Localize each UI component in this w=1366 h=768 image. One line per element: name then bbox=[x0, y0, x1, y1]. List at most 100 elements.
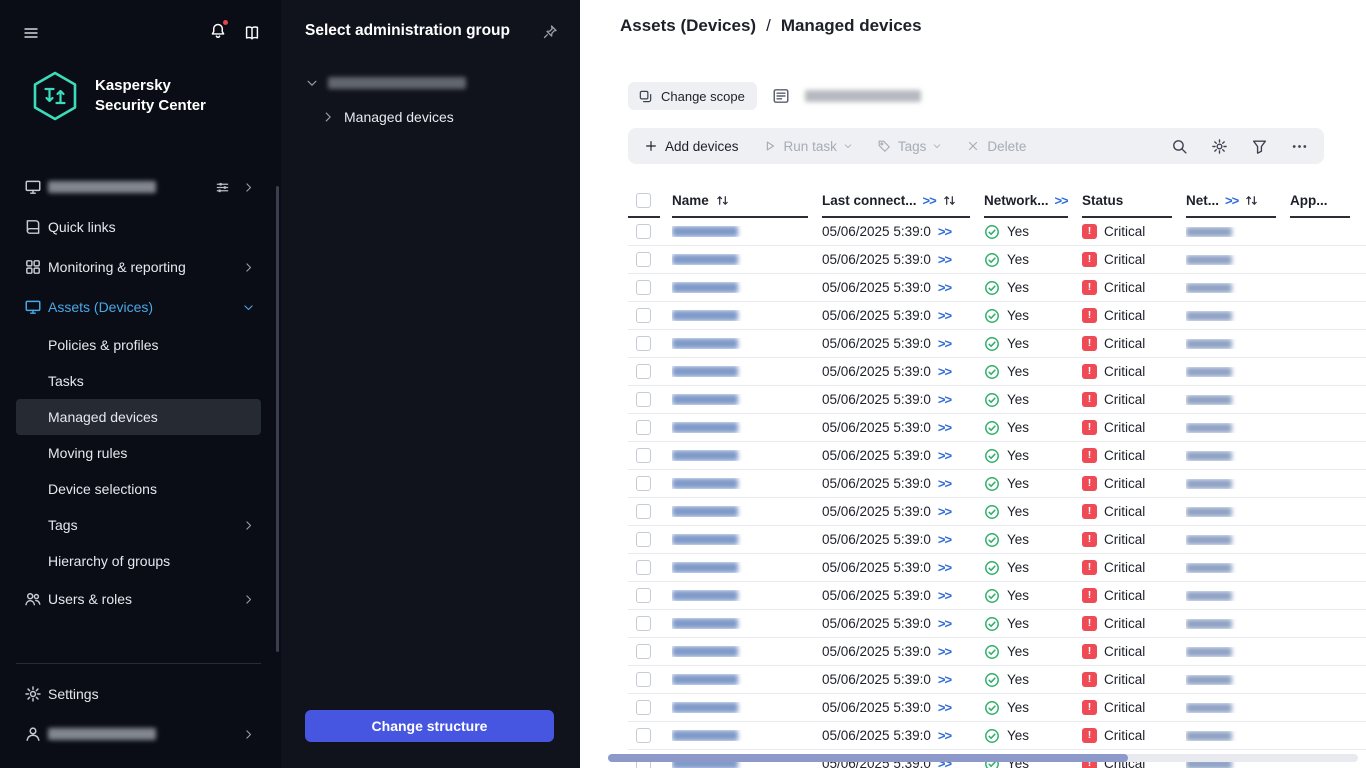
expand-cell-link[interactable]: >> bbox=[938, 392, 951, 407]
device-name-redacted[interactable] bbox=[672, 338, 738, 349]
more-options-icon[interactable] bbox=[1291, 138, 1308, 155]
device-name-redacted[interactable] bbox=[672, 310, 738, 321]
device-name-redacted[interactable] bbox=[672, 702, 738, 713]
expand-cell-link[interactable]: >> bbox=[938, 252, 951, 267]
select-all-checkbox[interactable] bbox=[636, 193, 651, 208]
sidebar-item-users-roles[interactable]: Users & roles bbox=[16, 579, 261, 619]
device-name-redacted[interactable] bbox=[672, 478, 738, 489]
col-header-app[interactable]: App... bbox=[1290, 193, 1328, 208]
expand-cell-link[interactable]: >> bbox=[938, 224, 951, 239]
change-scope-button[interactable]: Change scope bbox=[628, 82, 757, 110]
expand-cell-link[interactable]: >> bbox=[938, 280, 951, 295]
expand-cell-link[interactable]: >> bbox=[938, 336, 951, 351]
sort-icon[interactable] bbox=[715, 193, 730, 208]
sidebar-item-moving-rules[interactable]: Moving rules bbox=[16, 435, 261, 471]
device-name-redacted[interactable] bbox=[672, 730, 738, 741]
expand-cell-link[interactable]: >> bbox=[938, 532, 951, 547]
tags-button[interactable]: Tags bbox=[865, 128, 955, 164]
row-checkbox[interactable] bbox=[636, 364, 651, 379]
row-checkbox[interactable] bbox=[636, 448, 651, 463]
expand-cell-link[interactable]: >> bbox=[938, 728, 951, 743]
sidebar-item-assets-devices[interactable]: Assets (Devices) bbox=[16, 287, 261, 327]
device-name-redacted[interactable] bbox=[672, 646, 738, 657]
add-devices-button[interactable]: Add devices bbox=[632, 128, 751, 164]
expand-column-link[interactable]: >> bbox=[923, 193, 936, 208]
sort-icon[interactable] bbox=[942, 193, 957, 208]
documentation-icon[interactable] bbox=[243, 24, 261, 42]
tree-node-server[interactable] bbox=[281, 66, 580, 100]
expand-cell-link[interactable]: >> bbox=[938, 476, 951, 491]
expand-column-link[interactable]: >> bbox=[1055, 193, 1068, 208]
device-name-redacted[interactable] bbox=[672, 366, 738, 377]
sidebar-item-monitoring-reporting[interactable]: Monitoring & reporting bbox=[16, 247, 261, 287]
row-checkbox[interactable] bbox=[636, 280, 651, 295]
device-name-redacted[interactable] bbox=[672, 394, 738, 405]
row-checkbox[interactable] bbox=[636, 588, 651, 603]
device-name-redacted[interactable] bbox=[672, 674, 738, 685]
col-header-last-connected[interactable]: Last connect... bbox=[822, 193, 917, 208]
run-task-button[interactable]: Run task bbox=[751, 128, 865, 164]
expand-cell-link[interactable]: >> bbox=[938, 448, 951, 463]
row-checkbox[interactable] bbox=[636, 420, 651, 435]
expand-cell-link[interactable]: >> bbox=[938, 364, 951, 379]
device-name-redacted[interactable] bbox=[672, 562, 738, 573]
horizontal-scrollbar-thumb[interactable] bbox=[608, 754, 1128, 762]
sort-icon[interactable] bbox=[1244, 193, 1259, 208]
row-checkbox[interactable] bbox=[636, 476, 651, 491]
sidebar-item-redacted[interactable] bbox=[16, 167, 261, 207]
row-checkbox[interactable] bbox=[636, 392, 651, 407]
hamburger-menu-icon[interactable] bbox=[22, 25, 40, 41]
sidebar-item-policies-profiles[interactable]: Policies & profiles bbox=[16, 327, 261, 363]
sidebar-item-device-selections[interactable]: Device selections bbox=[16, 471, 261, 507]
row-checkbox[interactable] bbox=[636, 252, 651, 267]
sidebar-item-redacted[interactable] bbox=[16, 714, 261, 754]
device-name-redacted[interactable] bbox=[672, 506, 738, 517]
row-checkbox[interactable] bbox=[636, 532, 651, 547]
sidebar-item-settings[interactable]: Settings bbox=[16, 674, 261, 714]
device-name-redacted[interactable] bbox=[672, 226, 738, 237]
device-name-redacted[interactable] bbox=[672, 282, 738, 293]
expand-cell-link[interactable]: >> bbox=[938, 700, 951, 715]
sidebar-item-tags[interactable]: Tags bbox=[16, 507, 261, 543]
delete-button[interactable]: Delete bbox=[954, 128, 1038, 164]
row-checkbox[interactable] bbox=[636, 308, 651, 323]
device-name-redacted[interactable] bbox=[672, 618, 738, 629]
col-header-name[interactable]: Name bbox=[672, 193, 709, 208]
expand-cell-link[interactable]: >> bbox=[938, 504, 951, 519]
expand-cell-link[interactable]: >> bbox=[938, 672, 951, 687]
expand-cell-link[interactable]: >> bbox=[938, 420, 951, 435]
expand-column-link[interactable]: >> bbox=[1225, 193, 1238, 208]
row-checkbox[interactable] bbox=[636, 728, 651, 743]
row-checkbox[interactable] bbox=[636, 616, 651, 631]
device-name-redacted[interactable] bbox=[672, 450, 738, 461]
device-name-redacted[interactable] bbox=[672, 254, 738, 265]
row-checkbox[interactable] bbox=[636, 560, 651, 575]
sidebar-item-quick-links[interactable]: Quick links bbox=[16, 207, 261, 247]
breadcrumb-parent[interactable]: Assets (Devices) bbox=[620, 16, 756, 36]
expand-cell-link[interactable]: >> bbox=[938, 616, 951, 631]
gear-icon[interactable] bbox=[1211, 138, 1228, 155]
row-checkbox[interactable] bbox=[636, 224, 651, 239]
filter-icon[interactable] bbox=[1251, 138, 1268, 155]
expand-cell-link[interactable]: >> bbox=[938, 588, 951, 603]
row-checkbox[interactable] bbox=[636, 336, 651, 351]
col-header-status[interactable]: Status bbox=[1082, 193, 1123, 208]
device-name-redacted[interactable] bbox=[672, 590, 738, 601]
row-checkbox[interactable] bbox=[636, 672, 651, 687]
change-structure-button[interactable]: Change structure bbox=[305, 710, 554, 742]
expand-cell-link[interactable]: >> bbox=[938, 644, 951, 659]
sidebar-item-managed-devices[interactable]: Managed devices bbox=[16, 399, 261, 435]
col-header-net[interactable]: Net... bbox=[1186, 193, 1219, 208]
device-name-redacted[interactable] bbox=[672, 422, 738, 433]
expand-cell-link[interactable]: >> bbox=[938, 560, 951, 575]
notifications-button[interactable] bbox=[209, 22, 227, 43]
row-checkbox[interactable] bbox=[636, 644, 651, 659]
device-name-redacted[interactable] bbox=[672, 534, 738, 545]
row-checkbox[interactable] bbox=[636, 700, 651, 715]
col-header-network[interactable]: Network... bbox=[984, 193, 1049, 208]
row-checkbox[interactable] bbox=[636, 504, 651, 519]
sidebar-item-tasks[interactable]: Tasks bbox=[16, 363, 261, 399]
search-icon[interactable] bbox=[1171, 138, 1188, 155]
pin-icon[interactable] bbox=[542, 24, 558, 40]
sidebar-scrollbar[interactable] bbox=[276, 186, 279, 652]
